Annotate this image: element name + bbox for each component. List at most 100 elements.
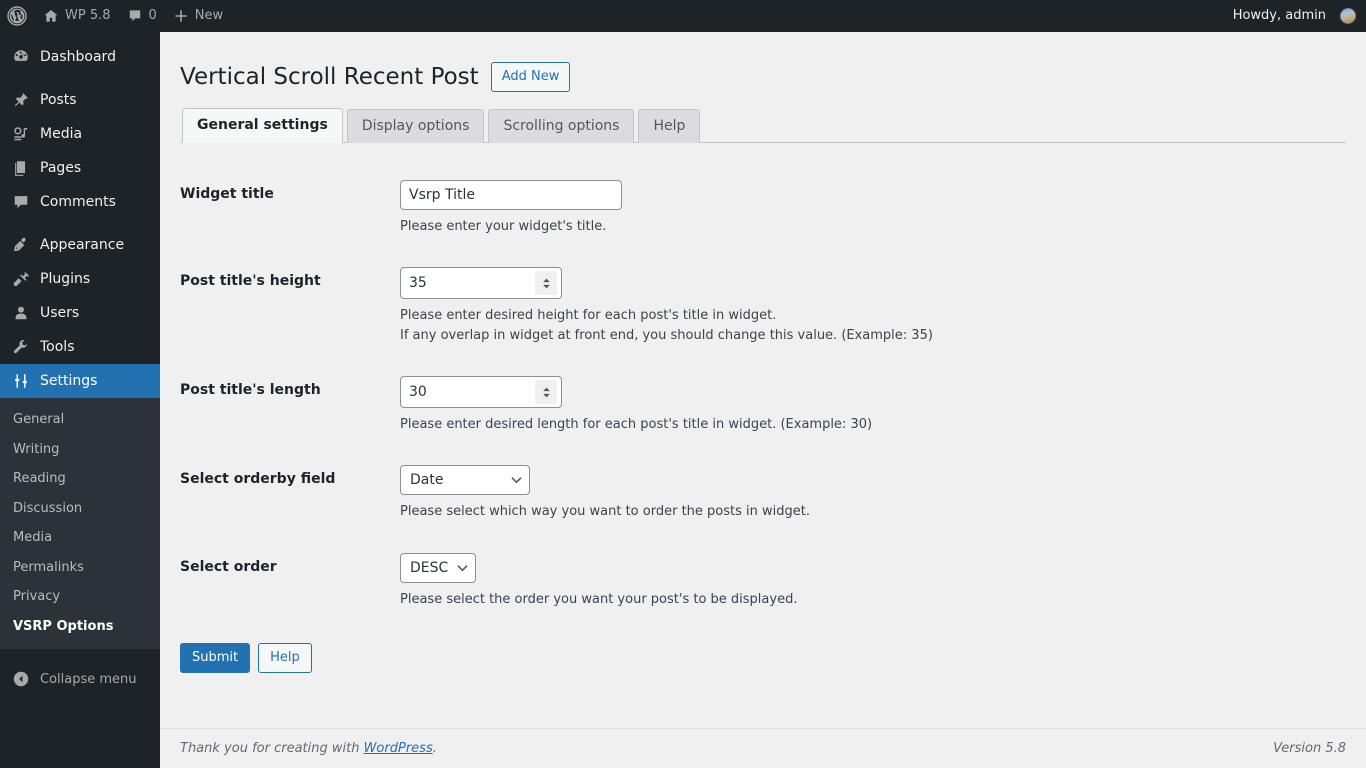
spinner-buttons[interactable] — [535, 271, 557, 296]
post-title-length-input[interactable] — [401, 377, 529, 408]
howdy-label: Howdy, admin — [1232, 8, 1326, 23]
sidebar-item-label: Settings — [40, 373, 98, 389]
new-content-button[interactable]: New — [165, 0, 231, 32]
sidebar-item-label: Users — [40, 305, 80, 321]
sidebar-item-label: Pages — [40, 160, 82, 176]
home-icon — [43, 8, 59, 24]
submenu-item-privacy[interactable]: Privacy — [0, 582, 160, 612]
plus-icon — [173, 8, 189, 24]
order-selected-value: DESC — [410, 559, 449, 576]
chevron-up-icon — [542, 387, 550, 391]
footer-version: Version 5.8 — [1273, 741, 1346, 756]
widget-title-description: Please enter your widget's title. — [400, 217, 1336, 237]
wrench-icon — [11, 337, 31, 357]
footer-credit: Thank you for creating with WordPress. — [180, 741, 437, 756]
submenu-item-writing[interactable]: Writing — [0, 435, 160, 465]
post-title-height-input[interactable] — [401, 268, 529, 299]
post-title-length-field-cell: Please enter desired length for each pos… — [400, 361, 1346, 450]
sidebar-item-users[interactable]: Users — [0, 296, 160, 330]
pages-icon — [11, 158, 31, 178]
site-name-button[interactable]: WP 5.8 — [35, 0, 119, 32]
sidebar-item-label: Appearance — [40, 237, 125, 253]
page-wrap: Vertical Scroll Recent Post Add New Gene… — [160, 32, 1366, 673]
admin-footer: Thank you for creating with WordPress. V… — [160, 728, 1366, 768]
comments-count: 0 — [148, 8, 157, 23]
sidebar-item-label: Tools — [40, 339, 75, 355]
submenu-item-discussion[interactable]: Discussion — [0, 494, 160, 524]
widget-title-desc-line: Please enter your widget's title. — [400, 218, 607, 234]
admin-sidebar: Dashboard Posts Media Pages Comments App… — [0, 32, 168, 768]
post-title-height-description: Please enter desired height for each pos… — [400, 306, 1336, 346]
tab-general-settings[interactable]: General settings — [182, 108, 343, 143]
sidebar-menu: Dashboard Posts Media Pages Comments App… — [0, 32, 168, 398]
submit-button[interactable]: Submit — [180, 642, 251, 673]
order-select[interactable]: DESC — [400, 552, 476, 583]
sidebar-item-label: Comments — [40, 194, 116, 210]
form-row-post-title-height: Post title's height Please enter desired… — [180, 252, 1346, 361]
chevron-down-icon — [542, 284, 550, 288]
post-title-height-stepper[interactable] — [400, 267, 562, 300]
order-desc-line: Please select the order you want your po… — [400, 591, 798, 607]
form-row-orderby: Select orderby field Date Please select … — [180, 450, 1346, 537]
comments-button[interactable]: 0 — [119, 0, 165, 32]
chevron-down-icon — [511, 476, 522, 484]
help-button[interactable]: Help — [258, 642, 312, 673]
submenu-item-reading[interactable]: Reading — [0, 464, 160, 494]
sidebar-item-label: Dashboard — [40, 49, 116, 65]
tab-help[interactable]: Help — [638, 109, 701, 143]
page-title: Vertical Scroll Recent Post — [180, 64, 479, 90]
post-title-height-field-cell: Please enter desired height for each pos… — [400, 252, 1346, 361]
sidebar-separator — [0, 74, 160, 83]
chevron-up-icon — [542, 278, 550, 282]
wordpress-link[interactable]: WordPress — [364, 741, 433, 756]
add-new-button[interactable]: Add New — [490, 62, 571, 93]
site-name-label: WP 5.8 — [65, 8, 111, 23]
widget-title-input[interactable] — [400, 179, 622, 210]
collapse-menu-button[interactable]: Collapse menu — [0, 662, 160, 696]
post-title-length-stepper[interactable] — [400, 376, 562, 409]
wordpress-logo-icon — [7, 6, 27, 26]
orderby-desc-line: Please select which way you want to orde… — [400, 504, 810, 520]
post-title-length-description: Please enter desired length for each pos… — [400, 415, 1336, 435]
order-field-cell: DESC Please select the order you want yo… — [400, 538, 1346, 625]
page-header: Vertical Scroll Recent Post Add New — [180, 54, 1346, 97]
submenu-item-general[interactable]: General — [0, 405, 160, 435]
orderby-selected-value: Date — [410, 472, 444, 489]
dashboard-icon — [11, 47, 31, 67]
sidebar-item-settings[interactable]: Settings — [0, 364, 168, 398]
sidebar-item-tools[interactable]: Tools — [0, 330, 160, 364]
plug-icon — [11, 269, 31, 289]
orderby-select[interactable]: Date — [400, 465, 530, 496]
sidebar-item-pages[interactable]: Pages — [0, 151, 160, 185]
settings-form-table: Widget title Please enter your widget's … — [180, 165, 1346, 625]
admin-bar: WP 5.8 0 New Howdy, admin — [0, 0, 1366, 32]
content-area: Vertical Scroll Recent Post Add New Gene… — [160, 32, 1366, 768]
form-row-post-title-length: Post title's length Please enter desired… — [180, 361, 1346, 450]
tab-bar: General settings Display options Scrolli… — [180, 108, 1346, 143]
sidebar-item-dashboard[interactable]: Dashboard — [0, 40, 160, 74]
orderby-field-cell: Date Please select which way you want to… — [400, 450, 1346, 537]
comment-bubble-icon — [11, 192, 31, 212]
chevron-down-icon — [542, 393, 550, 398]
widget-title-label: Widget title — [180, 185, 274, 202]
media-icon — [11, 124, 31, 144]
wordpress-logo-button[interactable] — [0, 0, 35, 32]
submenu-item-permalinks[interactable]: Permalinks — [0, 553, 160, 583]
collapse-menu-label: Collapse menu — [40, 671, 137, 687]
new-content-label: New — [194, 8, 224, 23]
submenu-item-media[interactable]: Media — [0, 523, 160, 553]
form-row-order: Select order DESC Please select the orde… — [180, 538, 1346, 625]
sidebar-item-plugins[interactable]: Plugins — [0, 262, 160, 296]
tab-display-options[interactable]: Display options — [346, 109, 485, 143]
my-account-button[interactable]: Howdy, admin — [1225, 0, 1366, 32]
sidebar-item-appearance[interactable]: Appearance — [0, 228, 160, 262]
form-actions: Submit Help — [180, 642, 1346, 673]
post-title-height-desc-line-2: If any overlap in widget at front end, y… — [400, 328, 933, 344]
tab-scrolling-options[interactable]: Scrolling options — [488, 109, 635, 143]
spinner-buttons[interactable] — [535, 380, 557, 405]
sidebar-item-posts[interactable]: Posts — [0, 83, 160, 117]
submenu-item-vsrp-options[interactable]: VSRP Options — [0, 612, 160, 642]
sidebar-item-media[interactable]: Media — [0, 117, 160, 151]
sidebar-item-comments[interactable]: Comments — [0, 185, 160, 219]
post-title-length-desc-line-1: Please enter desired length for each pos… — [400, 417, 873, 433]
